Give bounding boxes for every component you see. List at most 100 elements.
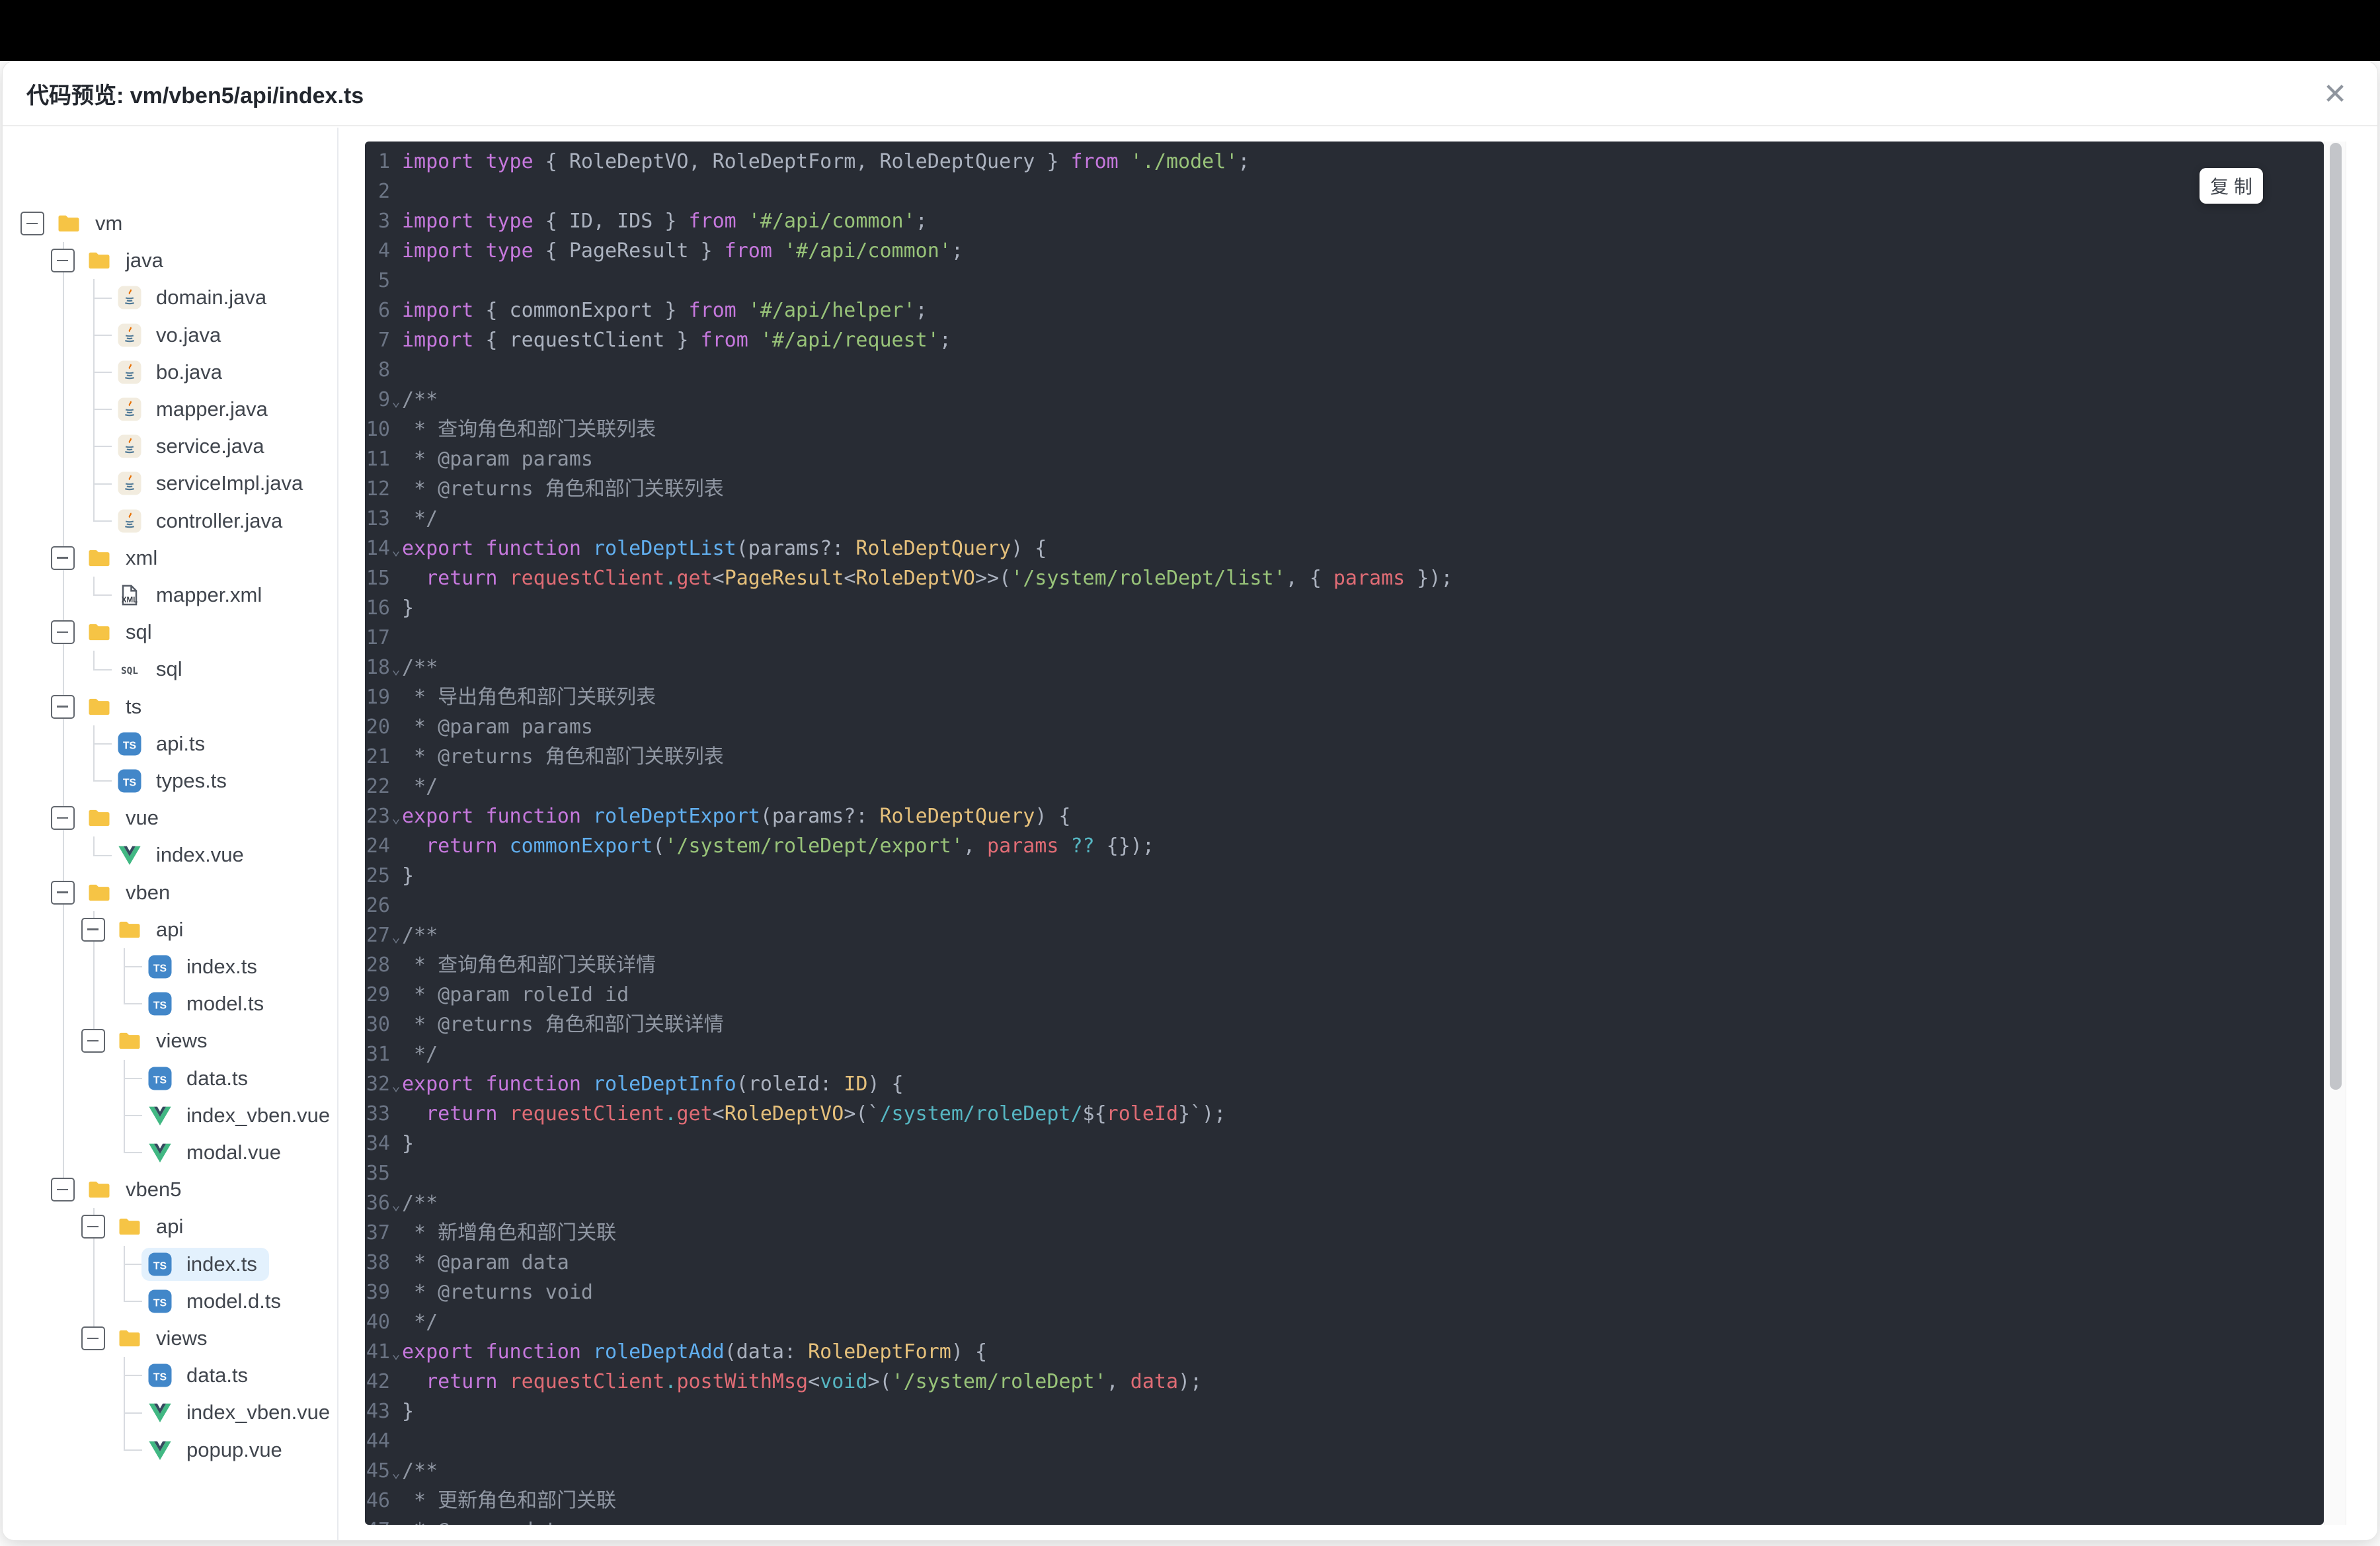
tree-collapse-toggle[interactable] xyxy=(51,1178,75,1202)
tree-row[interactable]: vben xyxy=(3,874,337,911)
line-number: 28 xyxy=(366,954,390,977)
tree-item[interactable]: vm xyxy=(50,207,134,240)
fold-chevron-icon[interactable]: ⌄ xyxy=(390,1071,402,1101)
fold-chevron-icon[interactable]: ⌄ xyxy=(390,922,402,952)
tree-row[interactable]: views xyxy=(3,1320,337,1357)
scrollbar-thumb[interactable] xyxy=(2330,143,2342,1090)
tree-row[interactable]: serviceImpl.java xyxy=(3,465,337,502)
tree-row[interactable]: TS model.d.ts xyxy=(3,1283,337,1320)
tree-item[interactable]: api xyxy=(111,1210,195,1243)
tree-row[interactable]: vm xyxy=(3,205,337,242)
code-line: 44 xyxy=(365,1426,2324,1456)
tree-item[interactable]: index_vben.vue xyxy=(141,1099,337,1132)
tree-row[interactable]: vue xyxy=(3,799,337,836)
fold-chevron-icon[interactable]: ⌄ xyxy=(390,387,402,417)
tree-row[interactable]: TS types.ts xyxy=(3,762,337,799)
tree-collapse-toggle[interactable] xyxy=(51,880,75,905)
tree-row[interactable]: modal.vue xyxy=(3,1134,337,1171)
tree-collapse-toggle[interactable] xyxy=(51,620,75,645)
tree-collapse-toggle[interactable] xyxy=(81,1215,105,1239)
fold-chevron-icon[interactable]: ⌄ xyxy=(390,655,402,684)
code-line: 22 */ xyxy=(365,772,2324,801)
tree-row[interactable]: vben5 xyxy=(3,1171,337,1208)
tree-item[interactable]: SQL sql xyxy=(111,653,194,686)
tree-row[interactable]: TS api.ts xyxy=(3,725,337,762)
tree-collapse-toggle[interactable] xyxy=(51,249,75,273)
tree-row[interactable]: api xyxy=(3,1208,337,1245)
tree-item[interactable]: TS data.ts xyxy=(141,1062,260,1095)
tree-item[interactable]: vo.java xyxy=(111,319,233,352)
tree-row[interactable]: TS index.ts xyxy=(3,1246,337,1283)
tree-row[interactable]: controller.java xyxy=(3,503,337,540)
tree-item[interactable]: serviceImpl.java xyxy=(111,467,315,500)
tree-collapse-toggle[interactable] xyxy=(20,212,44,235)
tree-item[interactable]: sql xyxy=(81,616,164,649)
tree-row[interactable]: service.java xyxy=(3,428,337,465)
tree-row[interactable]: api xyxy=(3,911,337,948)
fold-chevron-icon[interactable]: ⌄ xyxy=(390,1458,402,1488)
tree-item[interactable]: java xyxy=(81,244,175,277)
tree-item[interactable]: TS types.ts xyxy=(111,764,239,797)
tree-item[interactable]: mapper.java xyxy=(111,393,280,426)
tree-item[interactable]: api xyxy=(111,913,195,946)
close-icon[interactable]: ✕ xyxy=(2315,75,2355,114)
tree-item[interactable]: TS index.ts xyxy=(141,950,269,983)
tree-item[interactable]: domain.java xyxy=(111,281,278,314)
tree-row[interactable]: TS index.ts xyxy=(3,948,337,985)
code-text: */ xyxy=(402,1311,438,1334)
fold-chevron-icon[interactable]: ⌄ xyxy=(390,803,402,833)
tree-item[interactable]: service.java xyxy=(111,430,276,463)
tree-item[interactable]: XML mapper.xml xyxy=(111,579,274,612)
tree-row[interactable]: popup.vue xyxy=(3,1432,337,1469)
tree-row[interactable]: sql xyxy=(3,614,337,651)
fold-chevron-icon[interactable]: ⌄ xyxy=(390,1190,402,1220)
tree-item[interactable]: index_vben.vue xyxy=(141,1396,337,1429)
tree-item[interactable]: vben5 xyxy=(81,1173,193,1206)
tree-item[interactable]: TS model.d.ts xyxy=(141,1285,293,1318)
tree-item[interactable]: controller.java xyxy=(111,505,294,538)
tree-item[interactable]: TS api.ts xyxy=(111,727,217,760)
copy-button[interactable]: 复 制 xyxy=(2200,168,2263,204)
tree-collapse-toggle[interactable] xyxy=(81,917,105,942)
tree-row[interactable]: bo.java xyxy=(3,354,337,391)
tree-row[interactable]: TS data.ts xyxy=(3,1060,337,1097)
tree-item[interactable]: views xyxy=(111,1322,219,1355)
tree-row[interactable]: index_vben.vue xyxy=(3,1097,337,1134)
tree-row[interactable]: mapper.java xyxy=(3,391,337,428)
tree-row[interactable]: SQL sql xyxy=(3,651,337,688)
tree-collapse-toggle[interactable] xyxy=(51,546,75,570)
tree-row[interactable]: domain.java xyxy=(3,279,337,316)
tree-item[interactable]: popup.vue xyxy=(141,1434,294,1467)
tree-collapse-toggle[interactable] xyxy=(81,1029,105,1053)
tree-item[interactable]: index.vue xyxy=(111,838,256,872)
tree-item[interactable]: views xyxy=(111,1024,219,1057)
tree-row[interactable]: index.vue xyxy=(3,836,337,874)
tree-collapse-toggle[interactable] xyxy=(51,694,75,719)
tree-row[interactable]: java xyxy=(3,242,337,279)
tree-collapse-toggle[interactable] xyxy=(81,1326,105,1350)
tree-row[interactable]: TS data.ts xyxy=(3,1357,337,1394)
tree-item[interactable]: bo.java xyxy=(111,356,234,389)
tree-row[interactable]: index_vben.vue xyxy=(3,1394,337,1431)
tree-row[interactable]: xml xyxy=(3,540,337,577)
line-number: 44 xyxy=(366,1430,390,1453)
fold-chevron-icon[interactable]: ⌄ xyxy=(390,536,402,565)
tree-item[interactable]: vue xyxy=(81,801,171,834)
tree-row[interactable]: XML mapper.xml xyxy=(3,577,337,614)
tree-row[interactable]: TS model.ts xyxy=(3,985,337,1022)
tree-item[interactable]: ts xyxy=(81,690,153,723)
tree-item[interactable]: xml xyxy=(81,542,169,575)
tree-row[interactable]: vo.java xyxy=(3,317,337,354)
tree-row[interactable]: views xyxy=(3,1022,337,1059)
fold-chevron-icon[interactable]: ⌄ xyxy=(390,1339,402,1369)
svg-text:TS: TS xyxy=(153,1297,167,1309)
tree-item[interactable]: TS model.ts xyxy=(141,987,276,1020)
tree-row[interactable]: ts xyxy=(3,688,337,725)
tree-item[interactable]: TS data.ts xyxy=(141,1359,260,1392)
tree-item-selected[interactable]: TS index.ts xyxy=(141,1247,269,1281)
code-text: * 查询角色和部门关联列表 xyxy=(402,418,656,441)
java-icon xyxy=(116,284,143,311)
tree-collapse-toggle[interactable] xyxy=(51,806,75,831)
tree-item[interactable]: vben xyxy=(81,876,182,909)
tree-item[interactable]: modal.vue xyxy=(141,1136,293,1169)
